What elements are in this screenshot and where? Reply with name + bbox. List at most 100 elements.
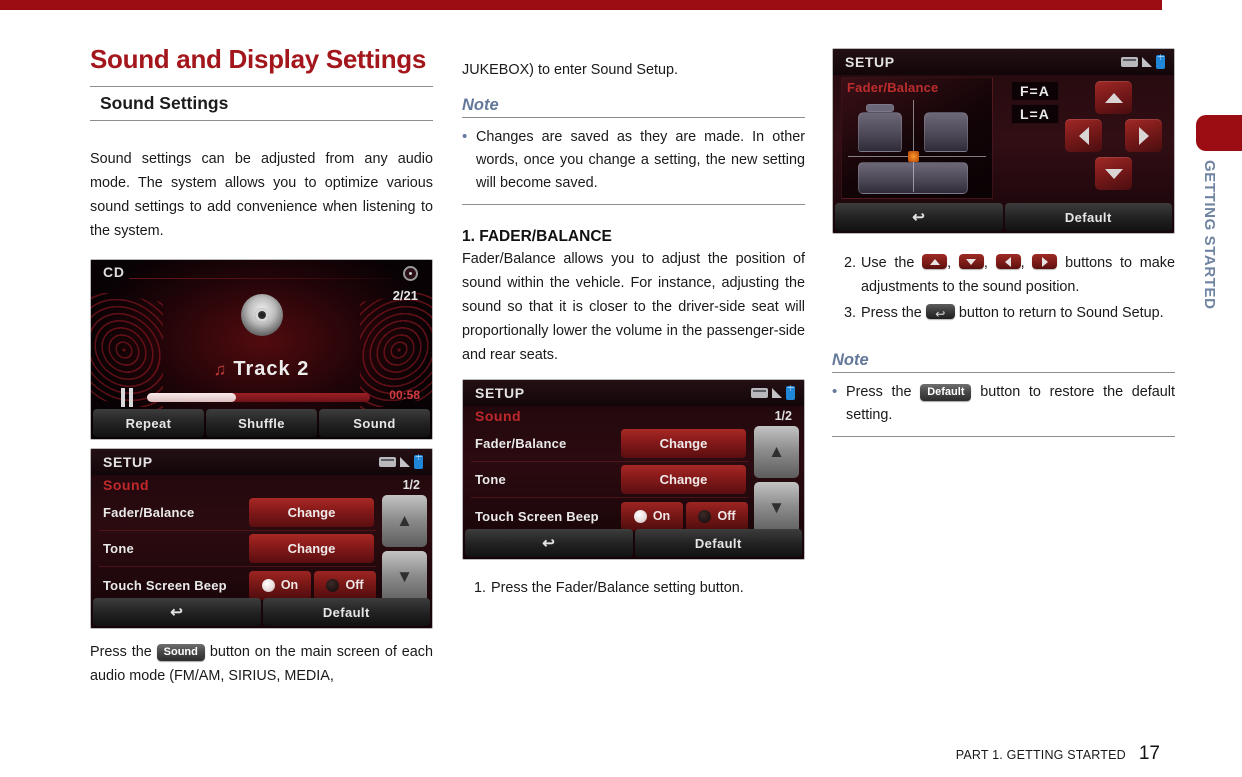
setup-subtitle-1: Sound [103, 477, 150, 493]
setup-row-tone-2: Tone Change [471, 462, 748, 498]
setup-row-label: Fader/Balance [103, 505, 195, 520]
dpad-up-button[interactable] [1095, 81, 1132, 114]
setup-default-button-2[interactable]: Default [634, 529, 802, 557]
fader-default-button[interactable]: Default [1004, 203, 1172, 231]
signal-icon [400, 457, 410, 467]
step-2-number: 2. [844, 255, 857, 271]
setup-row-list-1: Fader/Balance Change Tone Change Touch S… [99, 495, 376, 603]
scroll-down-button-2[interactable]: ▼ [754, 482, 799, 534]
dpad-left-button[interactable] [1065, 119, 1102, 152]
cd-disc-large-icon [240, 294, 283, 336]
cd-repeat-button[interactable]: Repeat [93, 409, 204, 437]
seat-diagram-panel: Fader/Balance [841, 77, 993, 199]
step-1: 1. Press the Fader/Balance setting butto… [462, 576, 805, 600]
setup-bottom-row-2: ↩ Default [463, 529, 804, 559]
footer-page-number: 17 [1138, 743, 1160, 764]
setup-page-indicator-2: 1/2 [774, 409, 792, 423]
step-1-text: Press the Fader/Balance setting button. [491, 580, 744, 596]
side-tab-label: GETTING STARTED [1201, 160, 1218, 310]
setup-row-fader-2: Fader/Balance Change [471, 426, 748, 462]
column-middle: JUKEBOX) to enter Sound Setup. Note Chan… [462, 58, 805, 602]
setup-row-list-2: Fader/Balance Change Tone Change Touch S… [471, 426, 748, 534]
status-icons-1 [379, 452, 423, 469]
fader-change-button-2[interactable]: Change [621, 429, 746, 458]
signal-icon [1142, 57, 1152, 67]
sound-position-marker[interactable] [908, 151, 919, 162]
music-note-icon: ♫ [213, 360, 228, 379]
pause-icon [121, 388, 133, 407]
dpad-right-button[interactable] [1125, 119, 1162, 152]
fader-value-left-right: L=A [1011, 104, 1059, 124]
crosshair-vertical [913, 100, 914, 192]
fader-panel-title: Fader/Balance [847, 80, 939, 95]
cd-progress-bar[interactable] [147, 393, 370, 402]
setup-default-button-1[interactable]: Default [262, 598, 430, 626]
tone-change-button-2[interactable]: Change [621, 465, 746, 494]
cd-sound-button[interactable]: Sound [319, 409, 430, 437]
inline-back-button-icon [925, 302, 955, 326]
inline-left-arrow-icon [995, 254, 1021, 269]
bluetooth-icon [414, 452, 423, 469]
note-item-1: Changes are saved as they are made. In o… [462, 125, 805, 195]
beep-off-button-1[interactable]: Off [314, 570, 376, 600]
setup-row-tone-1: Tone Change [99, 531, 376, 567]
note-body-1: Changes are saved as they are made. In o… [462, 117, 805, 205]
setup-screen-body-1: SETUP Sound 1/2 Fader/Balance Change Ton… [91, 449, 432, 628]
intro-paragraph: Sound settings can be adjusted from any … [90, 151, 433, 239]
fader-balance-screenshot: SETUP Fader/Balance F=A L=A [832, 48, 1175, 234]
inline-down-arrow-icon [958, 254, 984, 269]
cd-screen-body: CD 2/21 ♫ Track 2 00:58 Repeat Shuffle So… [91, 260, 432, 439]
section-heading-wrap: Sound Settings [90, 86, 433, 121]
cd-progress-fill [147, 393, 237, 402]
fader-change-button-1[interactable]: Change [249, 498, 374, 527]
fader-value-front-rear: F=A [1011, 81, 1059, 101]
cd-player-screenshot: CD 2/21 ♫ Track 2 00:58 Repeat Shuffle So… [90, 259, 433, 440]
fader-description-paragraph: Fader/Balance allows you to adjust the p… [462, 251, 805, 363]
setup-row-label: Fader/Balance [475, 436, 567, 451]
beep-off-button-2[interactable]: Off [686, 501, 748, 531]
scroll-down-button-1[interactable]: ▼ [382, 551, 427, 603]
signal-icon [772, 388, 782, 398]
direction-pad [1065, 81, 1162, 193]
beep-on-button-1[interactable]: On [249, 570, 311, 600]
beep-on-button-2[interactable]: On [621, 501, 683, 531]
sound-key-badge: Sound [156, 644, 205, 661]
column-left: Sound and Display Settings Sound Setting… [90, 44, 433, 688]
setup-back-button-2[interactable]: ↩ [465, 529, 633, 557]
inline-right-arrow-icon [1032, 254, 1058, 269]
step-3-number: 3. [844, 305, 857, 321]
tone-change-button-1[interactable]: Change [249, 534, 374, 563]
subsection-heading-fader: 1. FADER/BALANCE [462, 228, 612, 245]
beep-label: Touch Screen Beep [475, 508, 599, 524]
setup-screen-body-2: SETUP Sound 1/2 Fader/Balance Change Ton… [463, 380, 804, 559]
beep-off-label: Off [345, 578, 364, 592]
inline-up-arrow-icon [922, 254, 948, 269]
scroll-up-button-1[interactable]: ▲ [382, 495, 427, 547]
setup-sound-screenshot-1: SETUP Sound 1/2 Fader/Balance Change Ton… [90, 448, 433, 629]
sd-card-icon [751, 388, 768, 398]
fader-title: SETUP [845, 54, 895, 70]
fader-back-button[interactable]: ↩ [835, 203, 1003, 231]
headrest-icon [866, 104, 894, 112]
step-3-text-b: button to return to Sound Setup. [958, 305, 1164, 321]
page-title: Sound and Display Settings [90, 44, 427, 74]
default-key-badge: Default [920, 384, 972, 401]
column-right: SETUP Fader/Balance F=A L=A [832, 48, 1175, 437]
setup-back-button-1[interactable]: ↩ [93, 598, 261, 626]
scroll-up-button-2[interactable]: ▲ [754, 426, 799, 478]
cd-shuffle-button[interactable]: Shuffle [206, 409, 317, 437]
step-2-text: Use the , , , buttons to make adjustment… [861, 254, 1175, 295]
setup-scroll-controls-1: ▲ ▼ [382, 495, 427, 603]
cd-button-row: Repeat Shuffle Sound [91, 409, 432, 439]
status-icons-3 [1121, 52, 1165, 69]
dpad-down-button[interactable] [1095, 157, 1132, 190]
cd-track-title: Track 2 [233, 358, 310, 380]
radio-unselected-icon [698, 509, 712, 523]
step-2-text-a: Use the [861, 255, 915, 271]
setup-title-1: SETUP [103, 454, 153, 470]
note-block-2: Note Press the Default button to restore… [832, 351, 1175, 437]
note-body-2: Press the Default button to restore the … [832, 372, 1175, 437]
beep-on-label: On [652, 509, 671, 523]
cd-disc-small-icon [403, 266, 418, 281]
radio-selected-icon [633, 509, 647, 523]
